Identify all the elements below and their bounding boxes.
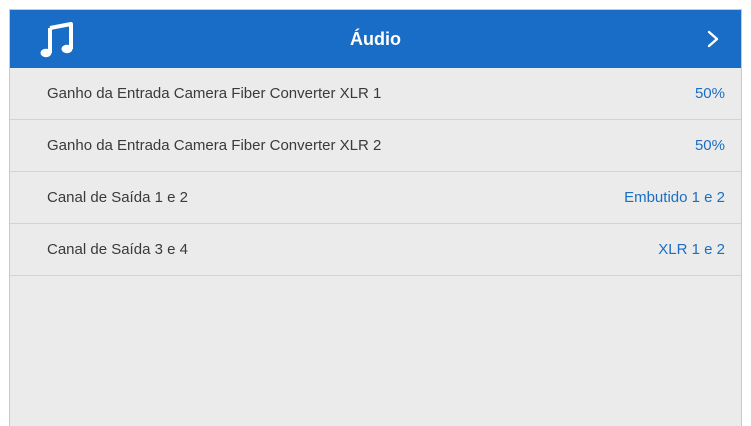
music-note-icon <box>40 22 73 58</box>
setting-label: Canal de Saída 1 e 2 <box>47 189 188 206</box>
setting-label: Ganho da Entrada Camera Fiber Converter … <box>47 85 382 102</box>
setting-value[interactable]: XLR 1 e 2 <box>658 241 725 258</box>
setting-row-output-channel-1-2[interactable]: Canal de Saída 1 e 2 Embutido 1 e 2 <box>10 172 741 224</box>
setting-label: Canal de Saída 3 e 4 <box>47 241 188 258</box>
setting-row-xlr2-input-gain[interactable]: Ganho da Entrada Camera Fiber Converter … <box>10 120 741 172</box>
setting-row-output-channel-3-4[interactable]: Canal de Saída 3 e 4 XLR 1 e 2 <box>10 224 741 276</box>
setting-value[interactable]: 50% <box>695 137 725 154</box>
setting-row-xlr1-input-gain[interactable]: Ganho da Entrada Camera Fiber Converter … <box>10 68 741 120</box>
page-title: Áudio <box>350 28 401 49</box>
setting-value[interactable]: Embutido 1 e 2 <box>624 189 725 206</box>
chevron-right-icon[interactable] <box>707 30 719 48</box>
panel-header: Áudio <box>10 10 741 68</box>
setting-label: Ganho da Entrada Camera Fiber Converter … <box>47 137 382 154</box>
setting-value[interactable]: 50% <box>695 85 725 102</box>
audio-settings-panel: Áudio Ganho da Entrada Camera Fiber Conv… <box>9 9 742 426</box>
